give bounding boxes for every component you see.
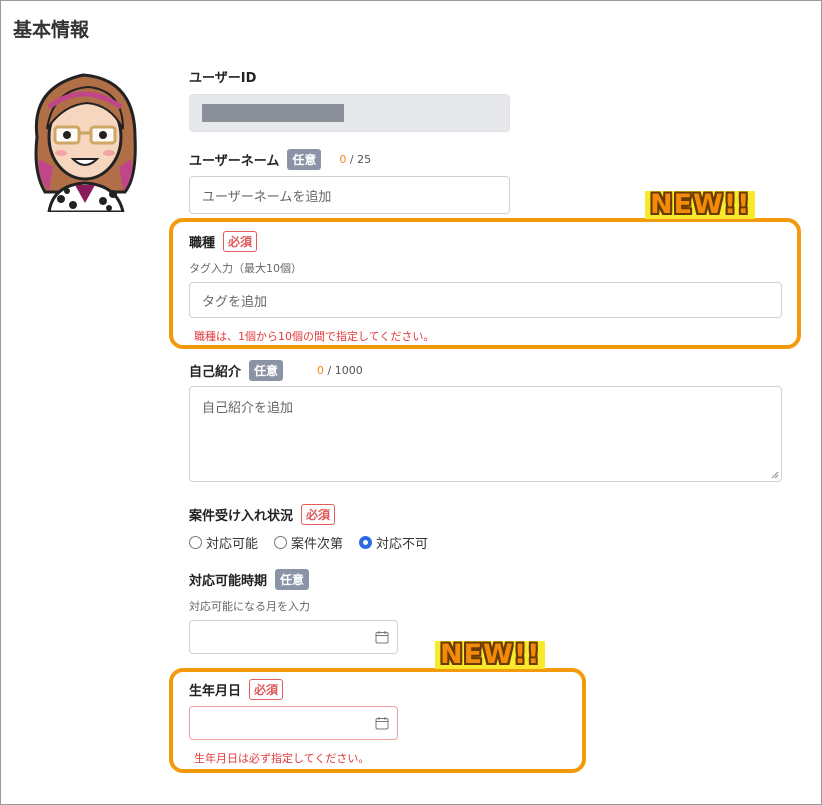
availability-radio-group: 対応可能 案件次第 対応不可: [189, 533, 428, 552]
avatar: [34, 73, 137, 212]
available-from-hint: 対応可能になる月を入力: [189, 600, 310, 613]
birthday-label-row: 生年月日 必須: [189, 679, 284, 700]
new-badge: NEW!!: [645, 191, 756, 219]
masked-user-id: [202, 104, 344, 122]
availability-label: 案件受け入れ状況: [189, 509, 294, 524]
radio-unavailable[interactable]: 対応不可: [359, 533, 428, 552]
required-badge: 必須: [249, 679, 284, 700]
radio-available[interactable]: 対応可能: [189, 533, 258, 552]
birthday-error-message: 生年月日は必ず指定してください。: [194, 752, 370, 765]
job-error-message: 職種は、1個から10個の間で指定してください。: [194, 330, 435, 343]
available-from-date-input[interactable]: [189, 620, 398, 654]
new-badge: NEW!!: [435, 641, 546, 669]
required-badge: 必須: [223, 231, 258, 252]
required-badge: 必須: [301, 504, 336, 525]
available-from-label: 対応可能時期: [189, 574, 268, 589]
available-from-label-row: 対応可能時期 任意: [189, 569, 310, 590]
job-placeholder: タグを追加: [202, 294, 268, 310]
bio-label: 自己紹介: [189, 365, 242, 380]
username-label: ユーザーネーム: [189, 154, 280, 169]
bio-char-counter: 0 / 1000: [317, 364, 363, 377]
job-tag-input[interactable]: タグを追加: [189, 282, 782, 318]
bio-label-row: 自己紹介 任意 0 / 1000: [189, 360, 363, 381]
radio-selected-icon[interactable]: [359, 536, 373, 549]
bio-char-count: 0: [317, 364, 325, 377]
username-input[interactable]: ユーザーネームを追加: [189, 176, 510, 214]
radio-depends[interactable]: 案件次第: [274, 533, 343, 552]
resize-handle-icon[interactable]: [771, 471, 779, 479]
job-label-row: 職種 必須: [189, 231, 258, 252]
optional-badge: 任意: [287, 149, 322, 170]
optional-badge: 任意: [275, 569, 310, 590]
job-label: 職種: [189, 236, 216, 251]
bio-placeholder: 自己紹介を追加: [202, 401, 294, 416]
optional-badge: 任意: [249, 360, 284, 381]
bio-textarea[interactable]: 自己紹介を追加: [189, 386, 782, 482]
section-title: 基本情報: [13, 19, 90, 41]
radio-circle-icon[interactable]: [189, 536, 202, 549]
profile-form-panel: 基本情報 ユーザーID ユーザーネーム 任意 0 / 25 ユーザーネームを追加…: [0, 0, 822, 805]
username-char-counter: 0 / 25: [339, 153, 371, 166]
bio-char-max: / 1000: [327, 364, 363, 377]
radio-circle-icon[interactable]: [274, 536, 288, 549]
username-char-count: 0: [339, 153, 347, 166]
username-char-max: / 25: [349, 153, 372, 166]
user-id-label-row: ユーザーID: [189, 67, 256, 86]
radio-label: 案件次第: [291, 537, 344, 552]
birthday-date-input[interactable]: [189, 706, 398, 740]
radio-label: 対応可能: [206, 537, 259, 552]
calendar-icon[interactable]: [375, 630, 389, 644]
user-id-field: [189, 94, 510, 132]
username-placeholder: ユーザーネームを追加: [202, 189, 332, 205]
birthday-label: 生年月日: [189, 684, 242, 699]
job-hint: タグ入力（最大10個）: [189, 262, 302, 275]
username-label-row: ユーザーネーム 任意 0 / 25: [189, 149, 371, 170]
availability-label-row: 案件受け入れ状況 必須: [189, 504, 336, 525]
calendar-icon[interactable]: [375, 716, 389, 730]
radio-label: 対応不可: [376, 537, 429, 552]
user-id-label: ユーザーID: [189, 71, 257, 86]
